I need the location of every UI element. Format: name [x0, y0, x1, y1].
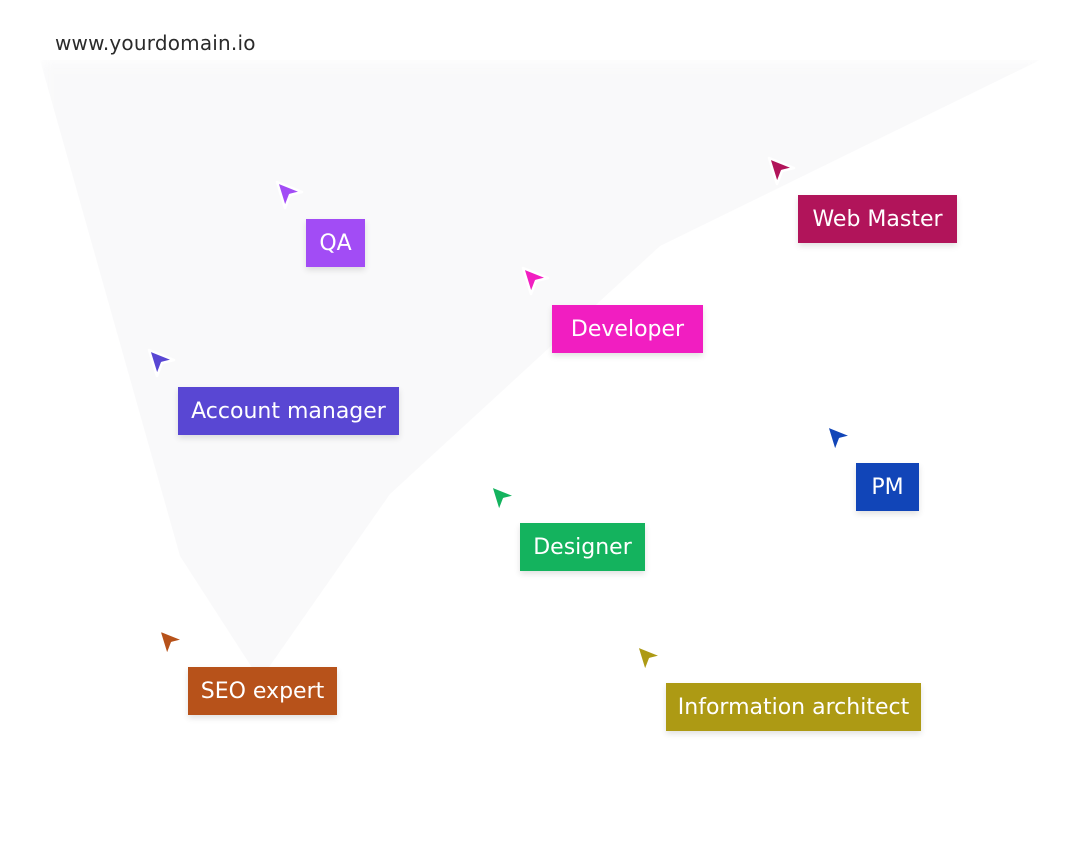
cursor-arrow-icon: [146, 348, 180, 382]
background-shape: [40, 60, 1040, 680]
cursor-arrow-icon: [824, 424, 858, 458]
role-tag-seo-expert: SEO expert: [188, 667, 337, 715]
role-tag-developer: Developer: [552, 305, 703, 353]
role-tag-pm: PM: [856, 463, 919, 511]
role-tag-information-architect: Information architect: [666, 683, 921, 731]
cursor-arrow-icon: [488, 484, 522, 518]
role-tag-designer: Designer: [520, 523, 645, 571]
site-url: www.yourdomain.io: [55, 31, 256, 55]
role-tag-web-master: Web Master: [798, 195, 957, 243]
role-tag-qa: QA: [306, 219, 365, 267]
cursor-arrow-icon: [766, 156, 800, 190]
role-tag-account-manager: Account manager: [178, 387, 399, 435]
cursor-arrow-icon: [520, 266, 554, 300]
cursor-arrow-icon: [634, 644, 668, 678]
cursor-arrow-icon: [156, 628, 190, 662]
cursor-arrow-icon: [274, 180, 308, 214]
